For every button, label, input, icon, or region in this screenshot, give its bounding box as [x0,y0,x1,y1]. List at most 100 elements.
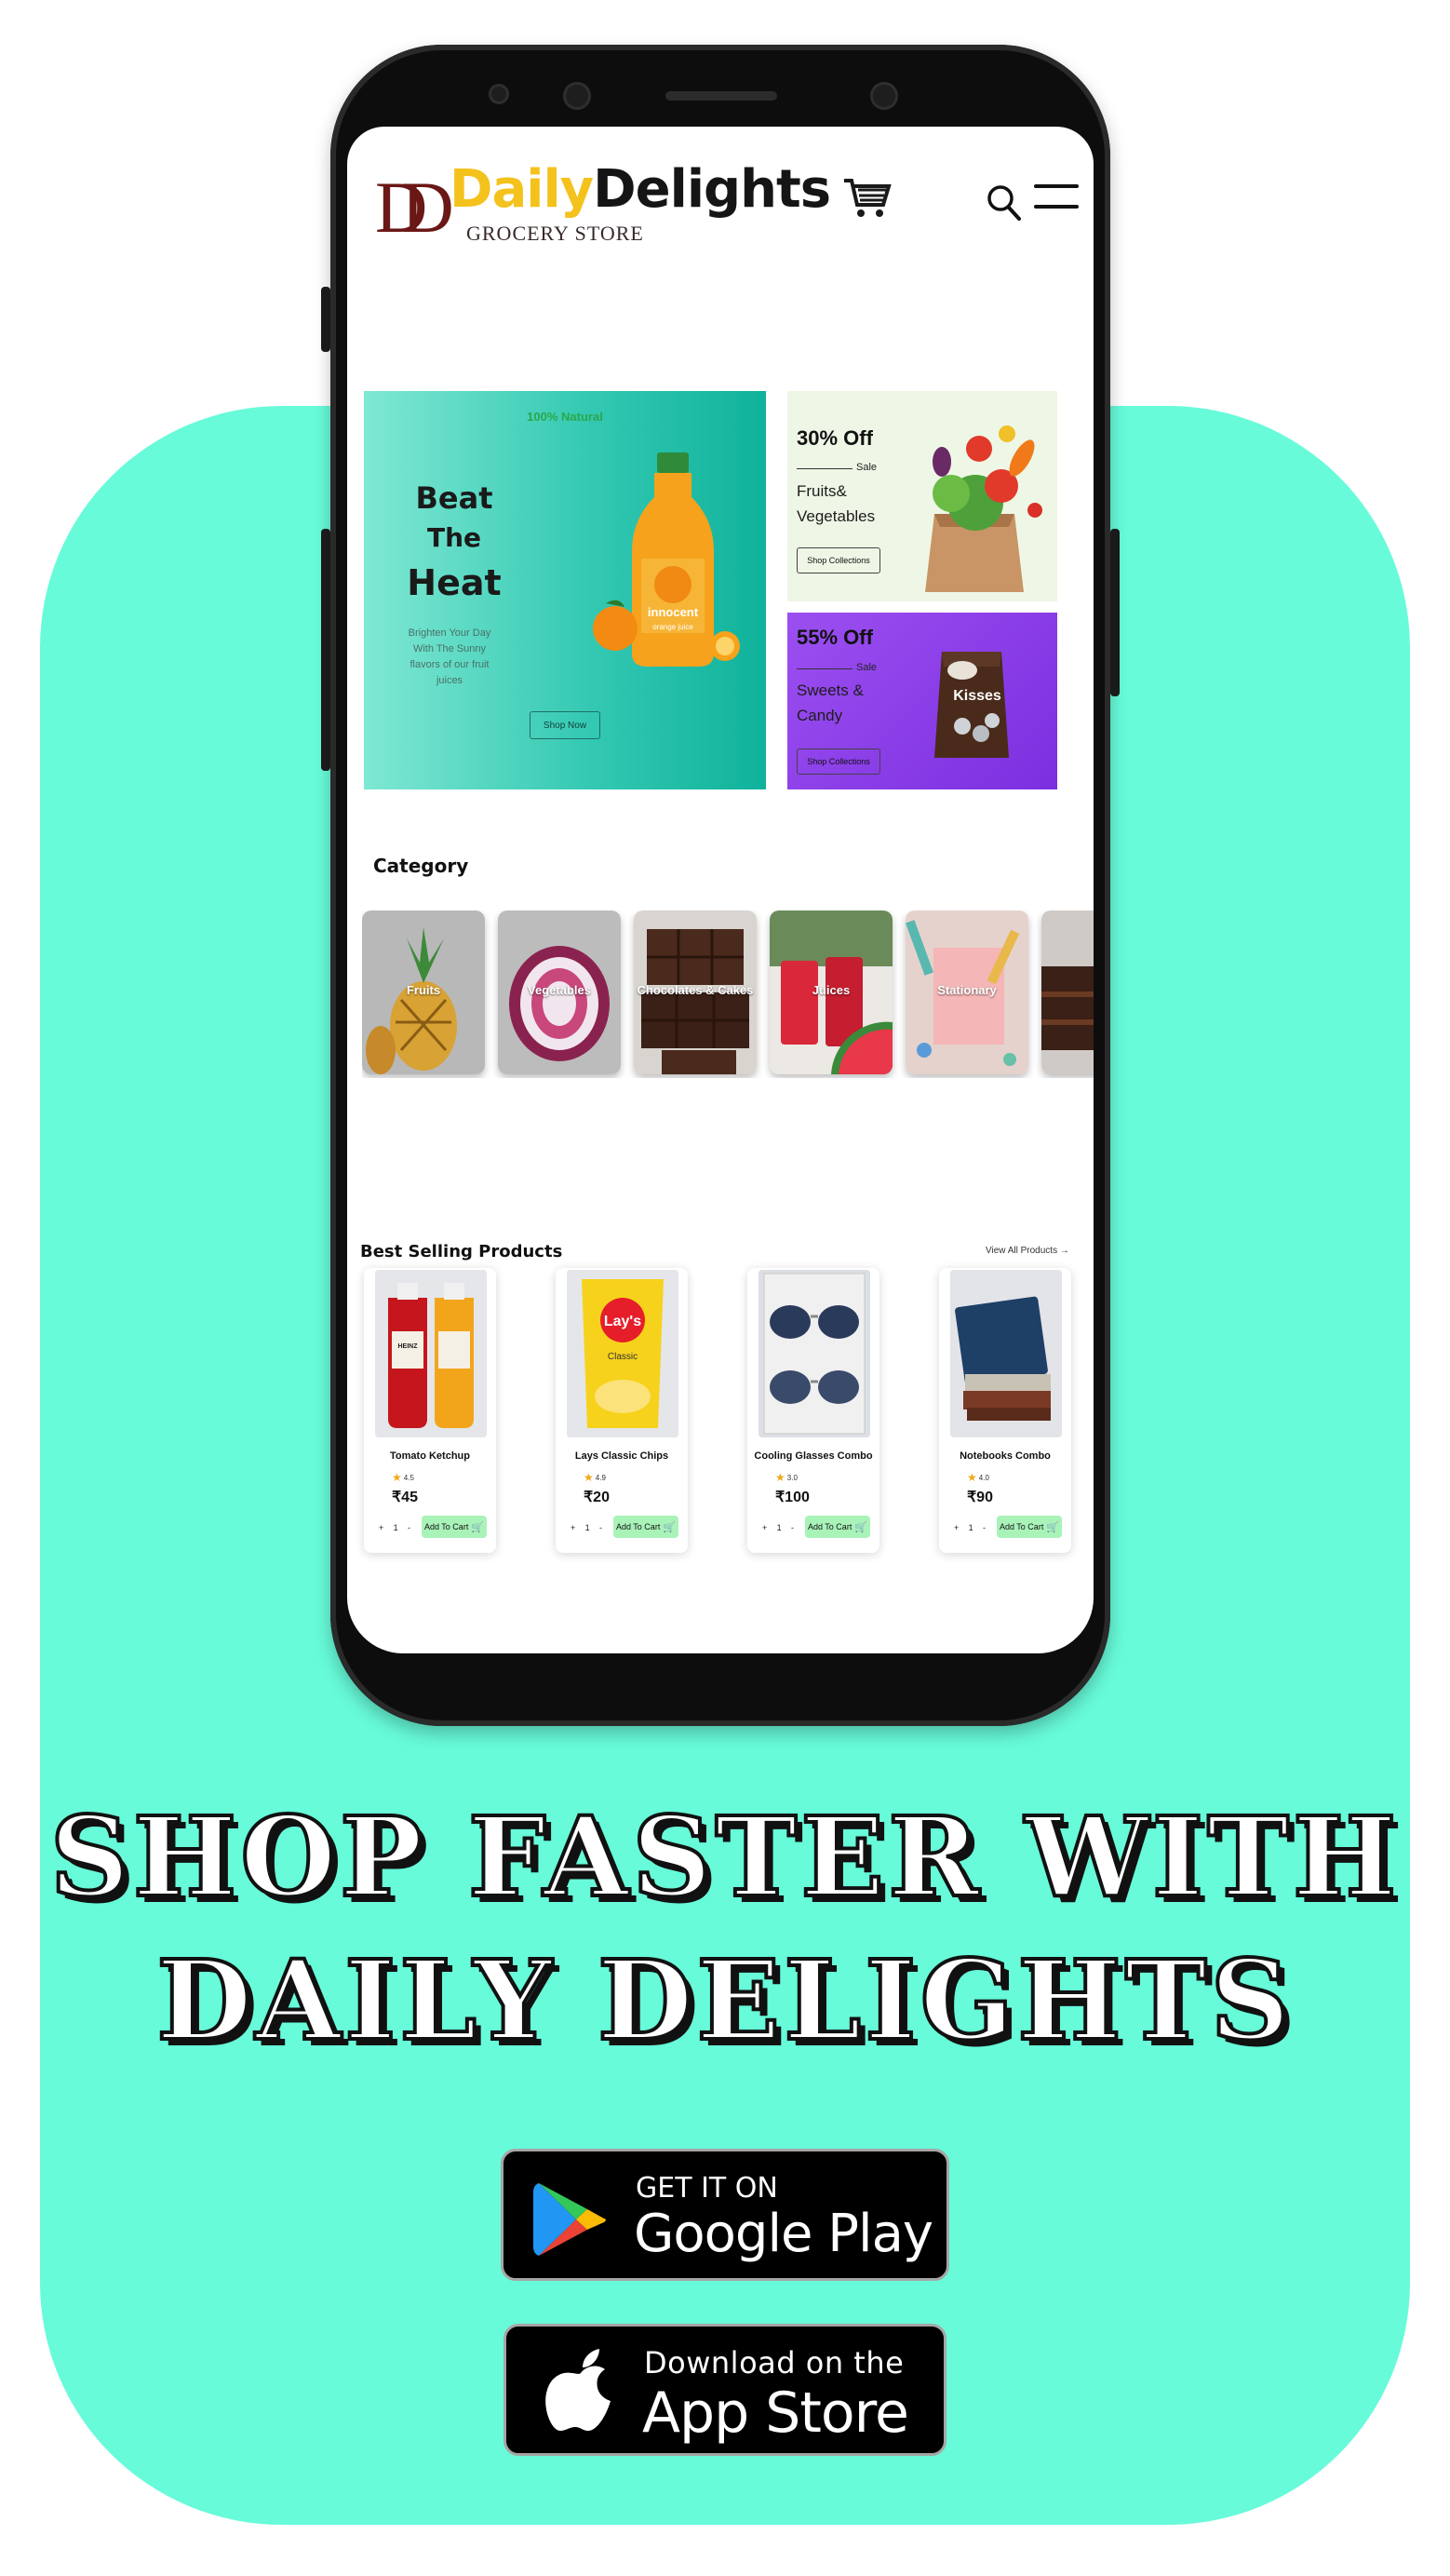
quantity-stepper[interactable]: +1- [567,1517,606,1538]
category-card-vegetables[interactable]: Vegetables [498,910,621,1074]
product-card[interactable]: Notebooks Combo ★ 4.0 ₹90 +1 - Add To Cart… [939,1268,1071,1553]
product-name: Notebooks Combo [960,1450,1051,1462]
star-icon: ★ [775,1471,785,1484]
hero-title-line3: Heat [407,561,502,603]
qty-increase-button[interactable]: + [762,1523,767,1532]
product-rating: ★ 4.9 [584,1471,606,1484]
promo-divider [797,668,853,669]
product-rating: ★ 4.0 [967,1471,989,1484]
hero-banner[interactable]: 100% Natural Beat The Heat Brighten Your… [364,391,766,789]
category-carousel[interactable]: Fruits Vegetables Chocolates & Cakes Jui… [362,910,1094,1078]
cake-image [1041,910,1094,1074]
cart-icon: 🛒 [471,1521,485,1533]
google-play-badge[interactable]: GET IT ON Google Play [501,2149,949,2281]
quantity-stepper[interactable]: +1 - [950,1517,989,1538]
product-image-glasses [759,1270,870,1437]
qty-increase-button[interactable]: + [954,1523,959,1532]
add-to-cart-button[interactable]: Add To Cart 🛒 [613,1516,678,1538]
view-all-products-link[interactable]: View All Products → [986,1246,1069,1256]
product-card[interactable]: Cooling Glasses Combo ★ 3.0 ₹100 +1- Add … [747,1268,879,1553]
hero-kicker: 100% Natural [527,410,603,424]
add-to-cart-button[interactable]: Add To Cart 🛒 [805,1516,870,1538]
quantity-stepper[interactable]: +1- [375,1517,414,1538]
qty-decrease-button[interactable]: - [408,1523,410,1532]
add-to-cart-label: Add To Cart [999,1522,1044,1531]
add-to-cart-button[interactable]: Add To Cart 🛒 [422,1516,487,1538]
kisses-label: Kisses [953,688,1001,704]
qty-increase-button[interactable]: + [379,1523,383,1532]
promo-name: Fruits& Vegetables [797,482,876,526]
star-icon: ★ [584,1471,594,1484]
star-icon: ★ [967,1471,977,1484]
hero-title: Beat The Heat [403,477,505,609]
hero-title-line2: The [426,522,482,554]
app-store-caption: Download on the [644,2345,905,2380]
cart-icon [844,179,892,217]
menu-icon[interactable] [1034,181,1079,212]
category-label: Chocolates & Cakes [637,983,754,997]
google-play-title: Google Play [634,2204,933,2264]
category-label: Fruits [406,983,441,997]
promo-discount: 55% Off [797,626,873,649]
phone-volume-button [321,529,330,771]
qty-value: 1 [776,1523,782,1532]
search-icon[interactable] [985,182,1022,222]
product-price: ₹20 [584,1490,610,1505]
category-card-cakes[interactable] [1041,910,1094,1074]
chips-sublabel: Classic [608,1352,638,1362]
category-card-juices[interactable]: Juices [770,910,893,1074]
qty-decrease-button[interactable]: - [599,1523,602,1532]
promo-sale-label: Sale [856,462,878,473]
juice-label: innocent [648,605,699,619]
rating-value: 4.9 [595,1473,606,1482]
promo-sweets-candy[interactable]: 55% Off Sale Sweets & Candy Shop Collect… [787,613,1057,789]
qty-increase-button[interactable]: + [571,1523,575,1532]
app-store-badge[interactable]: Download on the App Store [503,2324,947,2456]
quantity-stepper[interactable]: +1- [759,1517,798,1538]
app-store-title: App Store [642,2380,909,2446]
promo-divider [797,468,853,469]
brand-logo-mark[interactable]: DD [375,171,454,244]
app-screen: DD DailyDelights GROCERY STORE 100% Natu… [347,127,1094,1653]
category-label: Vegetables [528,983,591,997]
product-rating: ★ 3.0 [775,1471,798,1484]
add-to-cart-label: Add To Cart [615,1522,661,1531]
phone-side-button [321,287,330,352]
juice-bottle-image: innocent orange juice [593,452,740,667]
category-card-chocolates[interactable]: Chocolates & Cakes [634,910,757,1074]
product-card[interactable]: HEINZ Tomato Ketchup ★ 4.5 ₹45 +1 - Add To… [364,1268,496,1553]
brand-name-part2: Delights [593,159,831,220]
rating-value: 4.5 [403,1473,414,1482]
product-card[interactable]: Lay's Classic Lays Classic Chips ★ 4.9 ₹2… [556,1268,688,1553]
category-label: Juices [812,983,851,997]
product-image-chips: Lay's Classic [567,1270,678,1437]
hero-subtitle: Brighten Your Day With The Sunny flavors… [408,627,491,687]
product-rating: ★ 4.5 [392,1471,414,1484]
promo-fruits-vegetables[interactable]: 30% Off Sale Fruits& Vegetables Shop Col… [787,391,1057,601]
shop-now-button[interactable]: Shop Now [530,711,600,739]
phone-iris-camera [870,82,898,110]
promo-discount: 30% Off [797,426,873,450]
qty-value: 1 [968,1523,973,1532]
best-selling-title: Best Selling Products [360,1242,563,1261]
apple-icon [545,2349,611,2431]
add-to-cart-label: Add To Cart [423,1522,469,1531]
product-name: Cooling Glasses Combo [754,1450,873,1462]
product-price: ₹100 [775,1490,810,1505]
qty-decrease-button[interactable]: - [791,1523,794,1532]
qty-value: 1 [584,1523,590,1532]
add-to-cart-button[interactable]: Add To Cart 🛒 [997,1516,1062,1538]
shop-collections-button[interactable]: Shop Collections [797,547,880,573]
phone-mockup: DD DailyDelights GROCERY STORE 100% Natu… [321,45,1120,1726]
qty-decrease-button[interactable]: - [983,1523,986,1532]
category-card-stationary[interactable]: Stationary [906,910,1028,1074]
star-icon: ★ [392,1471,402,1484]
shop-collections-button[interactable]: Shop Collections [797,749,880,775]
google-play-caption: GET IT ON [636,2172,778,2205]
cart-icon: 🛒 [1046,1521,1060,1533]
vegetable-bag-image [925,425,1042,592]
add-to-cart-label: Add To Cart [807,1522,853,1531]
brand-name[interactable]: DailyDelights [450,164,831,216]
category-card-fruits[interactable]: Fruits [362,910,485,1074]
hero-title-line1: Beat [415,480,493,516]
